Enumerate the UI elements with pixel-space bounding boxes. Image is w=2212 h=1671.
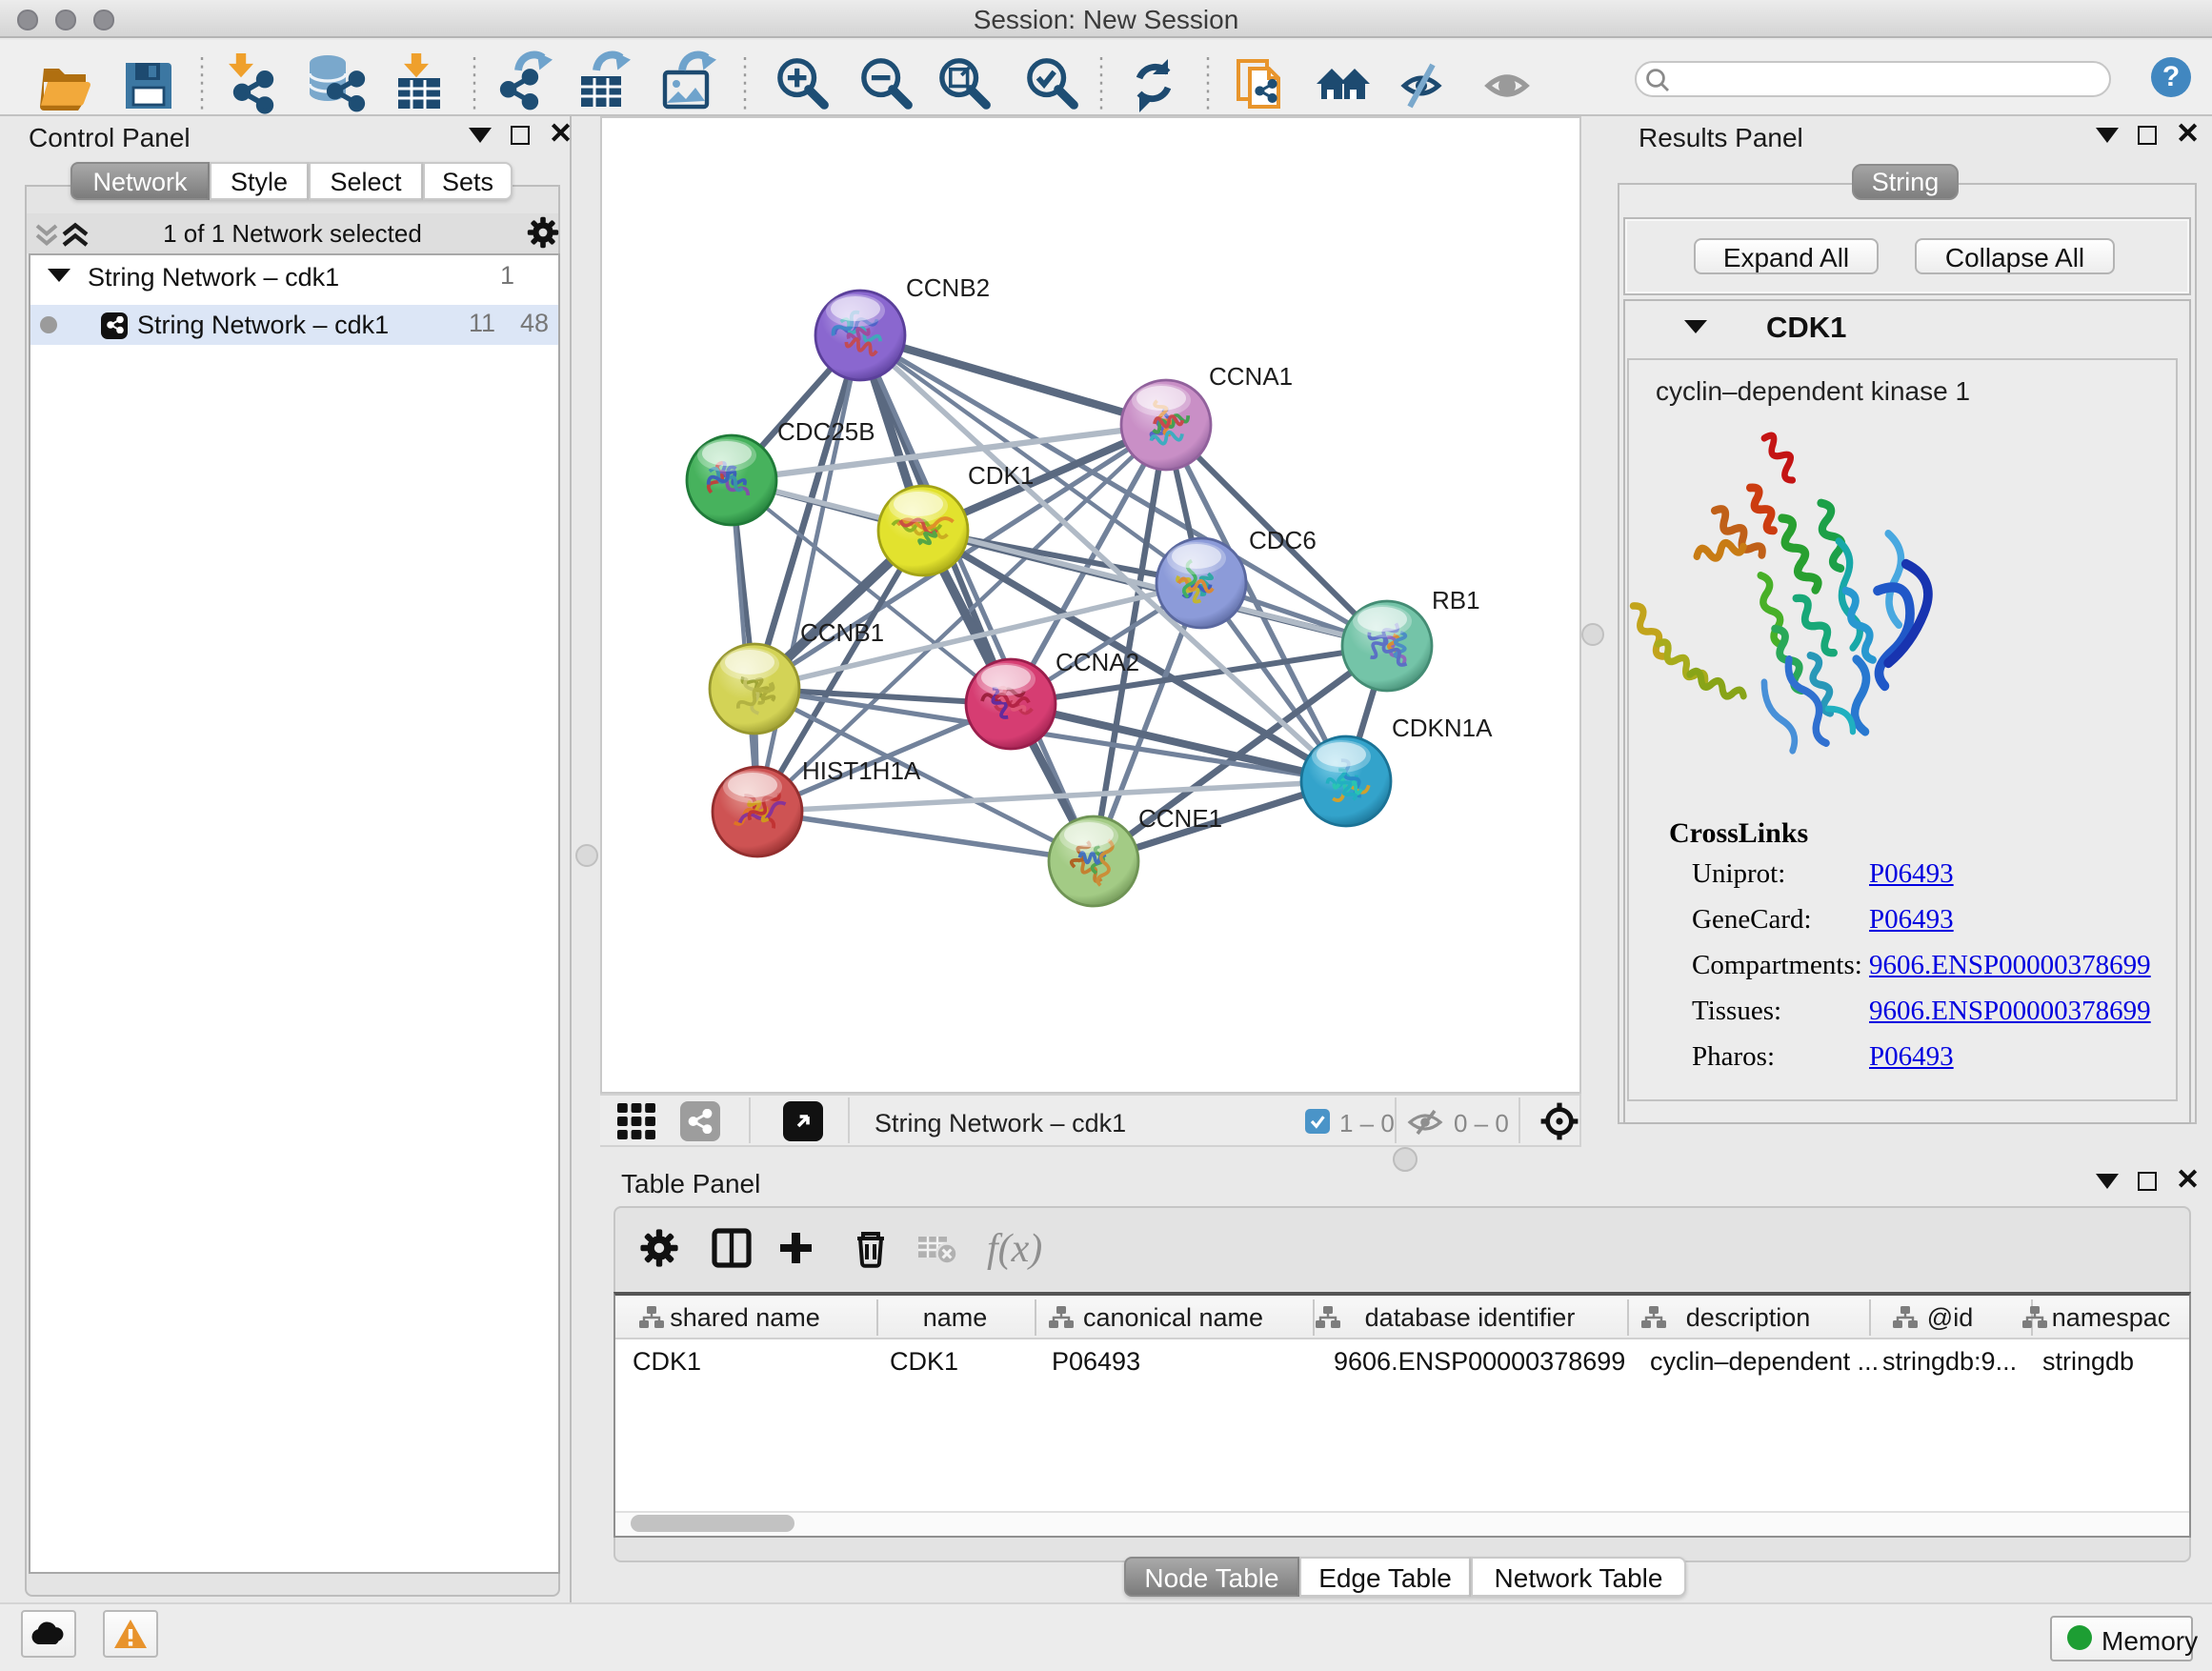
svg-text:CDC25B: CDC25B [777,417,875,446]
svg-text:CCNB1: CCNB1 [800,618,884,647]
svg-text:CCNB2: CCNB2 [906,273,990,302]
svg-text:CDKN1A: CDKN1A [1392,714,1493,742]
svg-text:CDC6: CDC6 [1249,526,1317,554]
svg-text:CDK1: CDK1 [968,461,1034,490]
svg-text:f(x): f(x) [987,1227,1042,1271]
svg-text:RB1: RB1 [1432,586,1480,614]
svg-text:CCNA2: CCNA2 [1056,648,1139,676]
svg-text:HIST1H1A: HIST1H1A [802,756,921,785]
svg-text:CCNE1: CCNE1 [1138,804,1222,833]
svg-text:CCNA1: CCNA1 [1209,362,1293,391]
